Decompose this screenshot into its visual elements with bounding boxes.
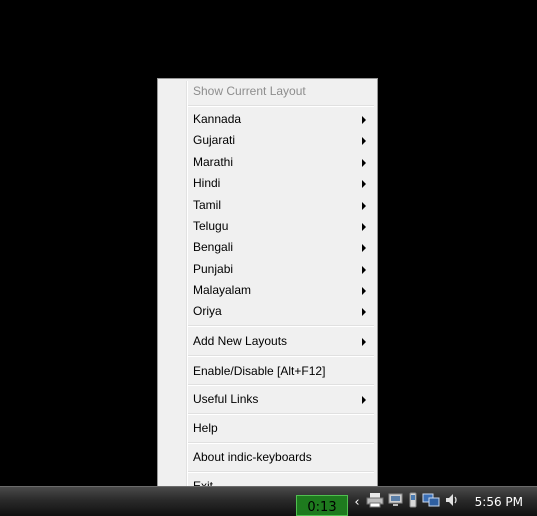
menu-separator [188, 471, 374, 473]
chevron-left-icon[interactable]: ‹ [352, 495, 362, 510]
menu-item-label: Kannada [193, 112, 242, 126]
menu-item-label: Punjabi [193, 262, 234, 276]
menu-item-show-current-layout: Show Current Layout [160, 81, 375, 102]
network-status-icon[interactable] [422, 492, 440, 512]
menu-item-tamil[interactable]: Tamil [160, 195, 375, 216]
submenu-arrow-icon [362, 338, 366, 346]
menu-item-label: Malayalam [193, 283, 252, 297]
submenu-arrow-icon [362, 116, 366, 124]
phone-icon[interactable] [408, 492, 418, 512]
menu-item-punjabi[interactable]: Punjabi [160, 259, 375, 280]
network-icon[interactable] [388, 492, 404, 512]
menu-item-bengali[interactable]: Bengali [160, 237, 375, 258]
menu-item-label: Bengali [193, 240, 234, 254]
menu-item-label: Add New Layouts [193, 334, 288, 348]
menu-separator [188, 355, 374, 357]
menu-item-hindi[interactable]: Hindi [160, 173, 375, 194]
submenu-arrow-icon [362, 137, 366, 145]
menu-item-kannada[interactable]: Kannada [160, 109, 375, 130]
menu-item-label: Gujarati [193, 133, 236, 147]
menu-item-label: Hindi [193, 176, 221, 190]
menu-item-marathi[interactable]: Marathi [160, 152, 375, 173]
menu-item-malayalam[interactable]: Malayalam [160, 280, 375, 301]
submenu-arrow-icon [362, 396, 366, 404]
submenu-arrow-icon [362, 266, 366, 274]
menu-item-label: Useful Links [193, 392, 259, 406]
printer-icon[interactable] [366, 492, 384, 512]
submenu-arrow-icon [362, 159, 366, 167]
taskbar: 0:13 ‹ 5:56 PM [0, 486, 537, 516]
menu-separator [188, 442, 374, 444]
menu-item-label: About indic-keyboards [193, 450, 312, 464]
submenu-arrow-icon [362, 308, 366, 316]
submenu-arrow-icon [362, 202, 366, 210]
menu-item-useful-links[interactable]: Useful Links [160, 389, 375, 410]
menu-item-label: Telugu [193, 219, 229, 233]
taskbar-clock[interactable]: 5:56 PM [475, 490, 523, 514]
menu-item-telugu[interactable]: Telugu [160, 216, 375, 237]
submenu-arrow-icon [362, 180, 366, 188]
menu-item-label: Help [193, 421, 218, 435]
submenu-arrow-icon [362, 287, 366, 295]
menu-item-help[interactable]: Help [160, 418, 375, 439]
menu-item-enable-disable[interactable]: Enable/Disable [Alt+F12] [160, 361, 375, 382]
tray-context-menu: Show Current Layout Kannada Gujarati Mar… [157, 78, 378, 499]
menu-item-label: Marathi [193, 155, 234, 169]
submenu-arrow-icon [362, 223, 366, 231]
menu-item-label: Show Current Layout [193, 84, 306, 98]
menu-separator [188, 384, 374, 386]
volume-icon[interactable] [444, 492, 460, 512]
menu-separator [188, 105, 374, 107]
menu-item-about[interactable]: About indic-keyboards [160, 447, 375, 468]
menu-item-label: Oriya [193, 304, 222, 318]
menu-separator [188, 325, 374, 327]
submenu-arrow-icon [362, 244, 366, 252]
menu-item-gujarati[interactable]: Gujarati [160, 130, 375, 151]
taskbar-app-button[interactable]: 0:13 [296, 495, 348, 516]
system-tray: ‹ [352, 490, 460, 514]
menu-item-add-new-layouts[interactable]: Add New Layouts [160, 331, 375, 352]
desktop: Show Current Layout Kannada Gujarati Mar… [0, 0, 537, 516]
menu-item-label: Tamil [193, 198, 222, 212]
menu-item-oriya[interactable]: Oriya [160, 301, 375, 322]
menu-item-label: Enable/Disable [Alt+F12] [193, 364, 326, 378]
menu-separator [188, 413, 374, 415]
